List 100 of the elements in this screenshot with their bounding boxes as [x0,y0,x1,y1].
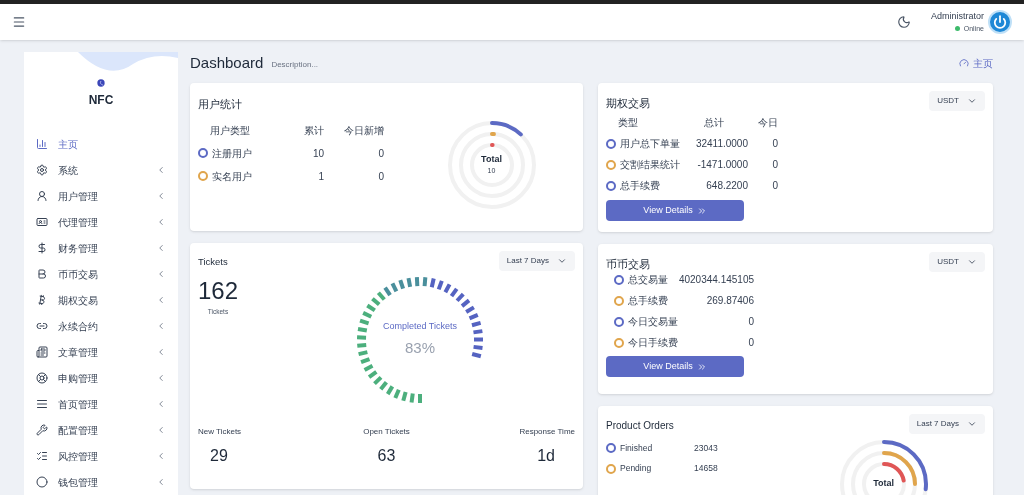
menu-item-icon [36,216,48,228]
menu-icon[interactable] [12,15,26,29]
table-cell-text: 用户总下单量 [620,137,680,151]
sidebar-item[interactable]: 永续合约 [24,313,178,339]
menu-item-icon [36,164,48,176]
card-title: Product Orders [606,418,674,433]
ticket-count: 162 [198,278,239,303]
table-cell: 14658 [694,462,718,475]
sidebar-item[interactable]: 主页 [24,131,178,157]
table-cell-text: 1 [317,169,324,184]
menu-item-icon [36,190,48,202]
stat-label: New Tickets [198,425,242,438]
table-cell-text: 总手续费 [628,294,668,308]
menu-item-icon [36,476,48,488]
table-cell-text: 0 [377,169,384,184]
brand-name: NFC [88,92,114,109]
chevron-left-icon [156,165,166,175]
chart-total-label: Total [873,476,895,490]
table-cell-text: 0 [771,158,778,172]
dropdown-select[interactable]: USDT [929,251,985,272]
column-header: 累计 [303,123,324,138]
table-cell-text: 0 [377,146,384,161]
table-cell-text: -1471.0000 [696,158,748,172]
column-header: 用户类型 [209,123,251,138]
card-title: Tickets [198,254,228,269]
page-title: Dashboard [190,53,264,73]
table-cell-text: 4020344.145105 [678,273,754,287]
sidebar-item[interactable]: 申购管理 [24,365,178,391]
moon-icon[interactable] [897,15,911,29]
stat-value: 1d [537,445,555,466]
chevron-left-icon [156,217,166,227]
table-cell-text: 648.2200 [705,179,748,193]
card-title: 用户统计 [198,97,242,110]
avatar-icon[interactable] [988,10,1012,34]
view-details-button[interactable]: View Details [606,200,744,221]
table-cell-text: 0 [771,179,778,193]
table-cell-text: 总交易量 [628,273,668,287]
page-description: Description... [271,59,319,72]
table-cell-text: 注册用户 [212,146,252,161]
menu-item-icon [36,294,48,306]
column-header: 今日新增 [343,123,384,138]
user-name: Administrator [931,10,984,23]
sidebar-item[interactable]: 代理管理 [24,209,178,235]
gauge-label: Completed Tickets [383,319,457,333]
dropdown-select[interactable]: Last 7 Days [908,413,985,434]
table-cell-text: 269.87406 [706,294,754,308]
sidebar-item[interactable]: 风控管理 [24,443,178,469]
chevron-left-icon [156,373,166,383]
table-cell-text: 10 [311,146,324,161]
stat-label: Response Time [519,425,575,438]
column-header: 类型 [617,116,639,130]
column-header: 总计 [703,116,725,130]
breadcrumb-link[interactable]: 主页 [959,55,993,71]
menu-item-icon [36,268,48,280]
double-chevron-icon [696,205,707,216]
chevron-left-icon [156,425,166,435]
chevron-left-icon [156,399,166,409]
table-cell-text: 0 [748,315,754,329]
table-cell-text: 今日手续费 [628,336,678,350]
view-details-button[interactable]: View Details [606,356,744,377]
sidebar-item[interactable]: 币币交易 [24,261,178,287]
sidebar-item[interactable]: 系统 [24,157,178,183]
gauge-value: 83% [405,338,435,358]
sidebar-item[interactable]: 文章管理 [24,339,178,365]
table-cell: Finished [620,441,653,455]
table-cell-text: 今日交易量 [628,315,678,329]
chevron-left-icon [156,269,166,279]
menu-item-icon [36,346,48,358]
sidebar-item[interactable]: 财务管理 [24,235,178,261]
card-title: 期权交易 [606,95,650,111]
sidebar-item[interactable]: 首页管理 [24,391,178,417]
dropdown-select[interactable]: Last 7 Days [498,250,575,271]
table-cell-text: 32411.0000 [694,137,748,151]
chevron-left-icon [156,451,166,461]
table-cell-text: 实名用户 [212,169,252,184]
menu-item-icon [36,398,48,410]
stat-value: 29 [210,445,228,466]
sidebar-item[interactable]: 配置管理 [24,417,178,443]
table-cell: Pending [620,462,652,475]
chevron-left-icon [156,321,166,331]
sidebar-item[interactable]: 期权交易 [24,287,178,313]
chevron-left-icon [156,191,166,201]
sidebar-item[interactable]: 钱包管理 [24,469,178,495]
table-cell-text: 0 [748,336,754,350]
menu-item-icon [36,242,48,254]
table-cell-text: 总手续费 [620,179,660,193]
chevron-left-icon [156,347,166,357]
stat-label: Open Tickets [363,425,410,438]
menu-item-icon [36,450,48,462]
card-title: 币币交易 [606,256,650,272]
dropdown-select[interactable]: USDT [929,90,985,111]
chevron-left-icon [156,477,166,487]
table-cell-text: 0 [771,137,778,151]
menu-item-icon [36,320,48,332]
chevron-left-icon [156,243,166,253]
table-cell: 23043 [694,441,718,455]
sidebar-item[interactable]: 用户管理 [24,183,178,209]
double-chevron-icon [696,361,707,372]
menu-item-icon [36,372,48,384]
stat-value: 63 [377,445,396,466]
